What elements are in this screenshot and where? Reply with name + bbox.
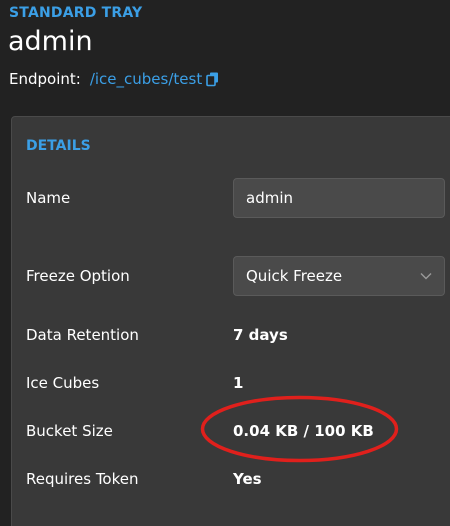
name-label: Name xyxy=(26,189,71,207)
endpoint-label: Endpoint: xyxy=(9,70,81,88)
data-retention-label: Data Retention xyxy=(26,326,139,344)
bucket-size-value: 0.04 KB / 100 KB xyxy=(233,422,374,440)
chevron-down-icon xyxy=(420,273,432,280)
tray-type-label: STANDARD TRAY xyxy=(9,5,143,21)
page: STANDARD TRAY admin Endpoint: /ice_cubes… xyxy=(0,0,450,526)
freeze-option-select[interactable]: Quick Freeze xyxy=(233,256,445,296)
data-retention-value: 7 days xyxy=(233,326,288,344)
details-title: DETAILS xyxy=(26,138,91,154)
bucket-size-label: Bucket Size xyxy=(26,422,113,440)
copy-icon[interactable] xyxy=(206,72,219,87)
page-title: admin xyxy=(8,26,93,57)
freeze-option-value: Quick Freeze xyxy=(246,267,343,285)
requires-token-value: Yes xyxy=(233,470,262,488)
endpoint-row: Endpoint: /ice_cubes/test xyxy=(9,70,219,88)
name-input[interactable] xyxy=(233,178,445,218)
ice-cubes-value: 1 xyxy=(233,374,244,392)
endpoint-link[interactable]: /ice_cubes/test xyxy=(90,70,202,88)
freeze-option-label: Freeze Option xyxy=(26,267,130,285)
ice-cubes-label: Ice Cubes xyxy=(26,374,100,392)
details-card: DETAILS Name Freeze Option Quick Freeze … xyxy=(11,116,450,526)
requires-token-label: Requires Token xyxy=(26,470,139,488)
